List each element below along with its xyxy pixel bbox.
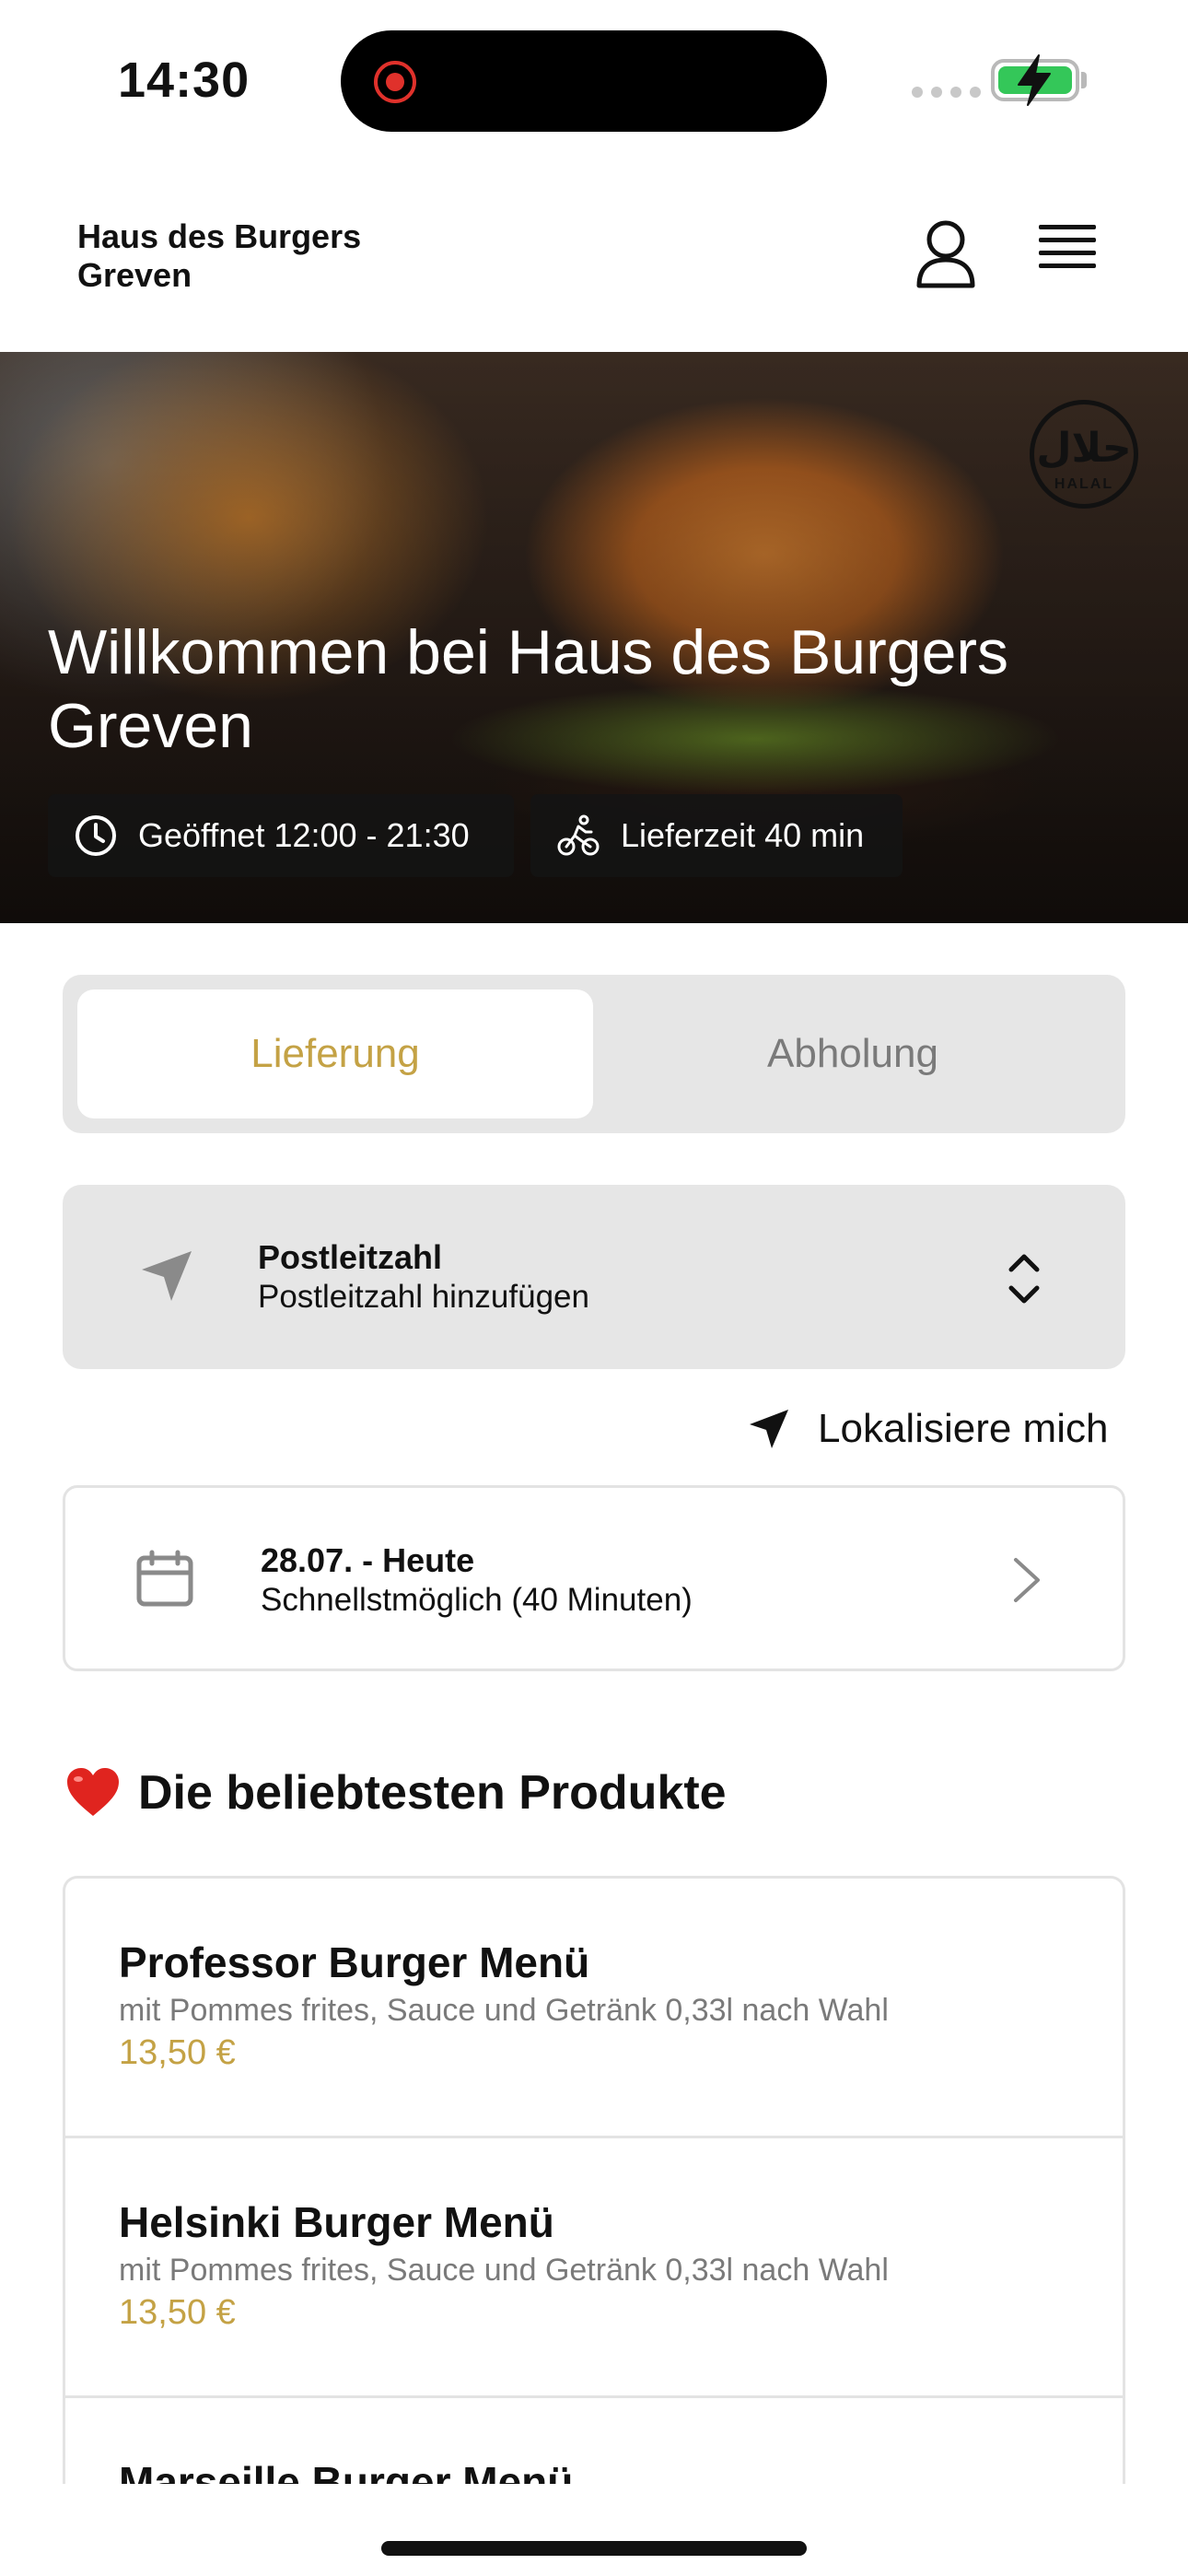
- product-item[interactable]: Professor Burger Menü mit Pommes frites,…: [65, 1879, 1123, 2138]
- delivery-time-chip: Lieferzeit 40 min: [530, 794, 903, 877]
- home-indicator[interactable]: [381, 2541, 807, 2556]
- restaurant-name[interactable]: Haus des Burgers Greven: [77, 217, 464, 295]
- popular-products-heading: Die beliebtesten Produkte: [64, 1765, 727, 1821]
- product-description: mit Pommes frites, Sauce und Getränk 0,3…: [119, 1993, 889, 2028]
- chevron-up-down-icon: [1008, 1254, 1040, 1304]
- app-header: Haus des Burgers Greven: [0, 157, 1188, 352]
- delivery-time-text: Lieferzeit 40 min: [621, 816, 865, 854]
- product-price: 13,50 €: [119, 2293, 236, 2332]
- halal-latin-text: HALAL: [1054, 476, 1114, 492]
- order-mode-toggle: Lieferung Abholung: [63, 975, 1125, 1133]
- charging-bolt-icon: [1018, 54, 1051, 106]
- popular-products-title: Die beliebtesten Produkte: [138, 1766, 727, 1820]
- hamburger-menu-icon[interactable]: [1039, 225, 1100, 278]
- halal-arabic-text: حلال: [1036, 425, 1132, 472]
- heart-icon: [67, 1768, 119, 1816]
- locate-me-button[interactable]: Lokalisiere mich: [746, 1399, 1108, 1459]
- product-name: Marseille Burger Menü: [119, 2458, 574, 2484]
- product-price: 13,50 €: [119, 2033, 236, 2072]
- bicycle-courier-icon: [557, 814, 600, 856]
- tab-pickup[interactable]: Abholung: [595, 989, 1111, 1118]
- product-list: Professor Burger Menü mit Pommes frites,…: [63, 1876, 1125, 2484]
- status-bar: 14:30: [0, 0, 1188, 157]
- screen-recording-icon: [374, 61, 416, 103]
- product-description: mit Pommes frites, Sauce und Getränk 0,3…: [119, 2253, 889, 2288]
- delivery-date-selector[interactable]: 28.07. - Heute Schnellstmöglich (40 Minu…: [63, 1485, 1125, 1671]
- chevron-right-icon: [1014, 1558, 1040, 1602]
- postcode-selector[interactable]: Postleitzahl Postleitzahl hinzufügen: [63, 1185, 1125, 1369]
- product-name: Helsinki Burger Menü: [119, 2198, 554, 2246]
- locate-me-label: Lokalisiere mich: [818, 1406, 1109, 1451]
- cellular-signal-icon: [912, 87, 981, 98]
- user-icon[interactable]: [914, 219, 978, 289]
- product-item[interactable]: Marseille Burger Menü: [65, 2398, 1123, 2484]
- hero-title: Willkommen bei Haus des Burgers Greven: [48, 617, 1009, 761]
- hero-banner: حلال HALAL Willkommen bei Haus des Burge…: [0, 352, 1188, 923]
- location-arrow-icon: [142, 1251, 192, 1301]
- opening-hours-chip: Geöffnet 12:00 - 21:30: [48, 794, 514, 877]
- status-time: 14:30: [118, 53, 250, 108]
- location-arrow-icon: [750, 1410, 788, 1448]
- postcode-value: Postleitzahl hinzufügen: [258, 1279, 589, 1315]
- tab-delivery[interactable]: Lieferung: [77, 989, 593, 1118]
- dynamic-island: [341, 30, 827, 132]
- delivery-date: 28.07. - Heute: [261, 1541, 475, 1579]
- product-item[interactable]: Helsinki Burger Menü mit Pommes frites, …: [65, 2138, 1123, 2398]
- halal-badge: حلال HALAL: [1030, 400, 1138, 509]
- opening-hours-text: Geöffnet 12:00 - 21:30: [138, 816, 470, 854]
- delivery-time-option: Schnellstmöglich (40 Minuten): [261, 1582, 693, 1618]
- postcode-label: Postleitzahl: [258, 1238, 443, 1276]
- calendar-icon: [136, 1550, 193, 1607]
- clock-icon: [76, 815, 116, 856]
- product-name: Professor Burger Menü: [119, 1938, 590, 1986]
